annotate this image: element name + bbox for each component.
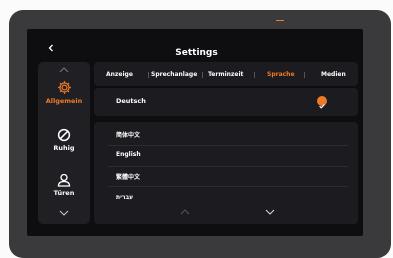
tab-terminzeit[interactable]: Terminzeit (208, 71, 243, 78)
language-option-simplified-chinese[interactable]: 简体中文 (116, 130, 140, 139)
sidebar-item-label: Türen (53, 189, 75, 197)
language-option-english[interactable]: English (116, 151, 141, 158)
sidebar-item-allgemein[interactable]: Allgemein (38, 80, 90, 105)
page-title: Settings (175, 48, 218, 58)
list-divider (108, 166, 348, 167)
tab-medien[interactable]: Medien (321, 71, 346, 78)
language-option-traditional-chinese[interactable]: 繁體中文 (116, 172, 140, 181)
list-scroll-down-button[interactable] (265, 209, 275, 218)
tab-separator (254, 72, 255, 78)
do-not-disturb-icon (57, 128, 71, 142)
tab-separator (202, 72, 203, 78)
list-divider (108, 145, 348, 146)
check-icon (317, 96, 327, 109)
current-language-label: Deutsch (116, 97, 146, 105)
sidebar: Allgemein Ruhig Türen (38, 62, 90, 224)
sidebar-item-label: Ruhig (53, 144, 75, 152)
language-list: 简体中文 English 繁體中文 עברית (94, 122, 358, 224)
settings-tabbar: Anzeige Sprechanlage Terminzeit Sprache … (94, 62, 358, 86)
sidebar-item-ruhig[interactable]: Ruhig (38, 128, 90, 152)
user-icon (57, 173, 71, 187)
sidebar-scroll-up-button[interactable] (38, 67, 90, 76)
sidebar-item-turen[interactable]: Türen (38, 173, 90, 197)
active-tab-indicator (276, 20, 284, 21)
list-divider (108, 186, 348, 187)
sidebar-scroll-down-button[interactable] (38, 210, 90, 219)
gear-icon (57, 81, 71, 94)
tab-separator (304, 72, 305, 78)
sidebar-item-label: Allgemein (45, 97, 83, 105)
tab-sprechanlage[interactable]: Sprechanlage (151, 71, 197, 78)
chevron-down-icon (59, 210, 69, 216)
language-option-hebrew[interactable]: עברית (116, 194, 133, 201)
current-language-row[interactable]: Deutsch (94, 88, 358, 116)
tab-sprache[interactable]: Sprache (267, 71, 295, 78)
chevron-up-icon (180, 209, 190, 215)
tab-anzeige[interactable]: Anzeige (106, 71, 133, 78)
tab-separator (148, 72, 149, 78)
chevron-down-icon (265, 209, 275, 215)
list-scroll-up-button[interactable] (180, 209, 190, 218)
chevron-up-icon (59, 67, 69, 73)
